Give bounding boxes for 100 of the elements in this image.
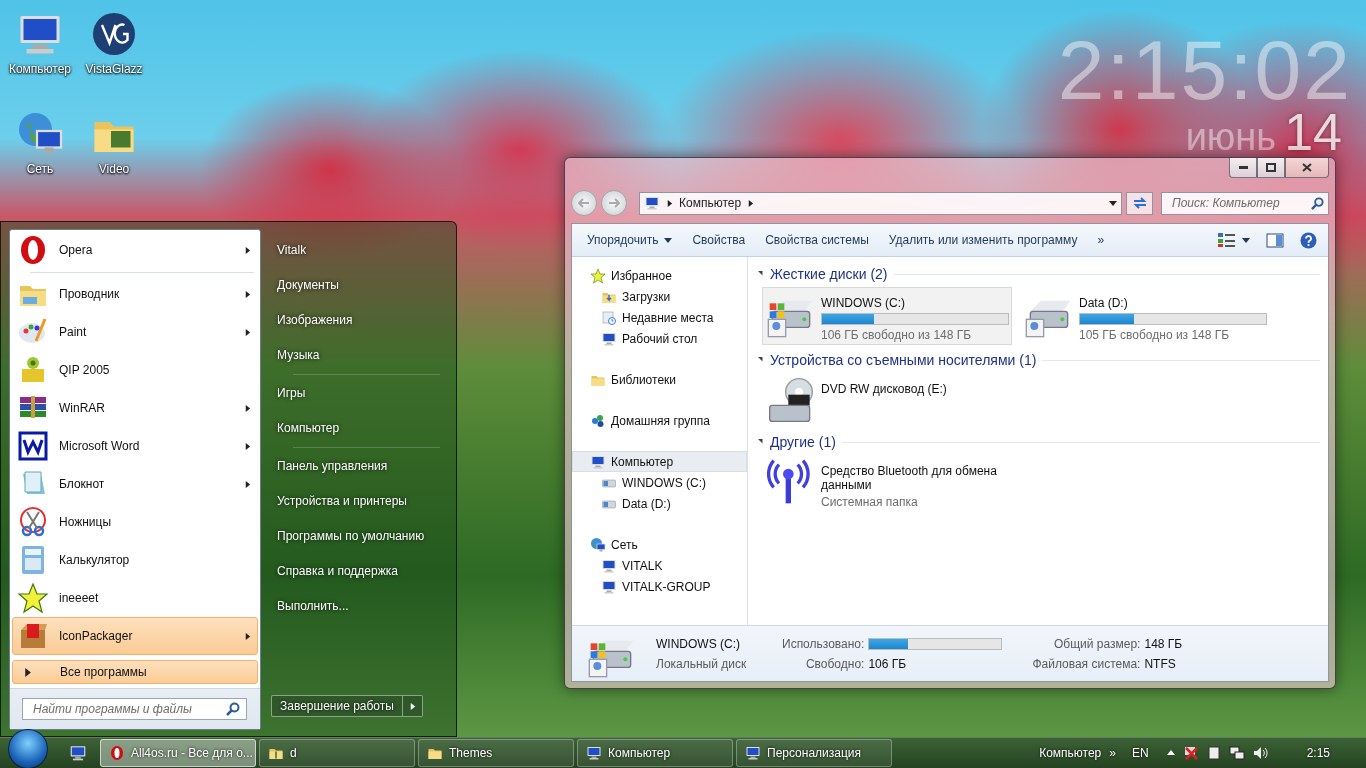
toolbar-label[interactable]: Компьютер bbox=[1039, 746, 1102, 760]
nav-item[interactable]: VITALK bbox=[572, 555, 747, 576]
program-item[interactable]: QIP 2005 bbox=[12, 351, 258, 389]
drive-tile[interactable]: Data (D:) 105 ГБ свободно из 148 ГБ bbox=[1020, 287, 1270, 345]
start-menu-link[interactable]: Справка и поддержка bbox=[269, 554, 450, 589]
program-item[interactable]: IconPackager bbox=[12, 617, 258, 655]
item-name: WINDOWS (C:) bbox=[821, 296, 906, 310]
star-icon bbox=[17, 582, 49, 614]
start-button[interactable] bbox=[8, 729, 48, 768]
minimize-icon bbox=[1238, 166, 1248, 169]
search-field[interactable]: Найти программы и файлы bbox=[22, 698, 247, 720]
start-menu-link[interactable]: Программы по умолчанию bbox=[269, 519, 450, 554]
help-icon bbox=[1300, 231, 1317, 249]
breadcrumb[interactable]: Компьютер bbox=[679, 196, 742, 210]
program-item[interactable]: Проводник bbox=[12, 275, 258, 313]
submenu-arrow-icon bbox=[244, 328, 251, 336]
clock-month: июнь bbox=[1185, 117, 1277, 157]
taskbar-clock[interactable]: 2:15 bbox=[1306, 746, 1330, 760]
nav-item[interactable]: Избранное bbox=[572, 265, 747, 286]
minimize-button[interactable] bbox=[1229, 158, 1257, 178]
submenu-arrow-icon bbox=[244, 246, 251, 254]
address-bar[interactable]: Компьютер bbox=[639, 191, 1122, 215]
toolbar-button[interactable]: Свойства bbox=[685, 228, 753, 252]
start-menu-link[interactable]: Игры bbox=[269, 376, 450, 411]
computer-icon bbox=[601, 557, 617, 574]
refresh-button[interactable] bbox=[1126, 191, 1153, 215]
language-indicator[interactable]: EN bbox=[1131, 746, 1149, 760]
start-menu-link[interactable]: Панель управления bbox=[269, 449, 450, 484]
toolbar-button[interactable]: Свойства системы bbox=[758, 228, 876, 252]
refresh-icon bbox=[1132, 197, 1147, 209]
toolbar-more-button[interactable]: » bbox=[1109, 746, 1116, 760]
nav-item[interactable]: Рабочий стол bbox=[572, 328, 747, 349]
start-menu-link[interactable]: Выполнить... bbox=[269, 589, 450, 624]
flag-error-icon[interactable] bbox=[1182, 745, 1199, 761]
item-info: Системная папка bbox=[821, 495, 919, 509]
program-item[interactable]: Блокнот bbox=[12, 465, 258, 503]
program-item[interactable]: ineeeet bbox=[12, 579, 258, 617]
drive-tile[interactable]: DVD RW дисковод (E:) bbox=[762, 373, 1012, 427]
device-icon[interactable] bbox=[1206, 745, 1221, 761]
start-menu-link[interactable]: Устройства и принтеры bbox=[269, 484, 450, 519]
program-item[interactable]: Opera bbox=[12, 230, 258, 270]
start-menu-link[interactable]: Документы bbox=[269, 268, 450, 303]
start-menu-link[interactable]: Vitalk bbox=[269, 233, 450, 268]
close-icon bbox=[1302, 163, 1312, 172]
scissors-icon bbox=[17, 506, 49, 538]
ring-logo-icon bbox=[109, 745, 125, 761]
nav-item[interactable]: Библиотеки bbox=[572, 369, 747, 390]
forward-icon bbox=[608, 198, 620, 208]
start-menu-link[interactable]: Изображения bbox=[269, 303, 450, 338]
submenu-arrow-icon bbox=[244, 404, 251, 412]
collapse-arrow-icon bbox=[758, 357, 764, 363]
item-info: 105 ГБ свободно из 148 ГБ bbox=[1079, 328, 1231, 342]
group-header[interactable]: Другие (1) bbox=[770, 434, 836, 450]
start-menu-link[interactable]: Музыка bbox=[269, 338, 450, 373]
shutdown-options-button[interactable] bbox=[402, 695, 423, 717]
dropdown-caret-icon bbox=[664, 236, 673, 244]
computer-icon bbox=[69, 744, 87, 762]
drive-tile[interactable]: Средство Bluetooth для обмена данными Системная папка bbox=[762, 455, 1012, 512]
network-icon[interactable] bbox=[1228, 745, 1245, 761]
program-item[interactable]: Ножницы bbox=[12, 503, 258, 541]
details-label: Общий размер: bbox=[1053, 636, 1141, 651]
submenu-arrow-icon bbox=[244, 632, 251, 640]
search-icon bbox=[1311, 196, 1324, 210]
nav-item[interactable]: Компьютер bbox=[572, 451, 747, 472]
group-header[interactable]: Устройства со съемными носителями (1) bbox=[770, 352, 1037, 368]
search-field[interactable]: Поиск: Компьютер bbox=[1161, 191, 1329, 215]
taskbar-button[interactable]: d bbox=[259, 739, 415, 767]
back-icon bbox=[578, 198, 590, 208]
close-button[interactable] bbox=[1285, 158, 1329, 178]
volume-icon[interactable] bbox=[1252, 745, 1269, 761]
nav-item[interactable]: Data (D:) bbox=[572, 493, 747, 514]
program-item[interactable]: Microsoft Word bbox=[12, 427, 258, 465]
shutdown-button[interactable]: Завершение работы bbox=[271, 695, 403, 717]
maximize-button[interactable] bbox=[1257, 158, 1285, 178]
maximize-icon bbox=[1266, 163, 1276, 172]
drive-tile[interactable]: WINDOWS (C:) 106 ГБ свободно из 148 ГБ bbox=[762, 287, 1012, 345]
program-item[interactable]: WinRAR bbox=[12, 389, 258, 427]
nav-item[interactable]: VITALK-GROUP bbox=[572, 576, 747, 597]
toolbar-button[interactable]: Удалить или изменить программу bbox=[881, 228, 1085, 252]
nav-item[interactable]: Сеть bbox=[572, 534, 747, 555]
start-menu-link[interactable]: Компьютер bbox=[269, 411, 450, 446]
all-programs-button[interactable]: Все программы bbox=[12, 660, 258, 684]
more-commands-button[interactable]: » bbox=[1090, 228, 1112, 252]
program-item[interactable]: Paint bbox=[12, 313, 258, 351]
monitor-icon bbox=[745, 745, 761, 761]
nav-item[interactable]: Домашняя группа bbox=[572, 410, 747, 431]
details-type: Локальный диск bbox=[656, 656, 748, 671]
nav-item[interactable]: Загрузки bbox=[572, 286, 747, 307]
group-header[interactable]: Жесткие диски (2) bbox=[770, 266, 888, 282]
taskbar-button[interactable]: Компьютер bbox=[577, 739, 733, 767]
taskbar-button[interactable]: Персонализация bbox=[736, 739, 892, 767]
nav-item[interactable]: Недавние места bbox=[572, 307, 747, 328]
toolbar-button[interactable]: Упорядочить bbox=[580, 228, 680, 252]
details-name: WINDOWS (C:) bbox=[656, 636, 741, 651]
orb-logo-icon bbox=[90, 10, 138, 58]
program-item[interactable]: Калькулятор bbox=[12, 541, 258, 579]
view-list-icon bbox=[1218, 233, 1236, 247]
nav-item[interactable]: WINDOWS (C:) bbox=[572, 472, 747, 493]
taskbar-button[interactable]: Themes bbox=[418, 739, 574, 767]
dropdown-caret-icon bbox=[1242, 236, 1250, 244]
